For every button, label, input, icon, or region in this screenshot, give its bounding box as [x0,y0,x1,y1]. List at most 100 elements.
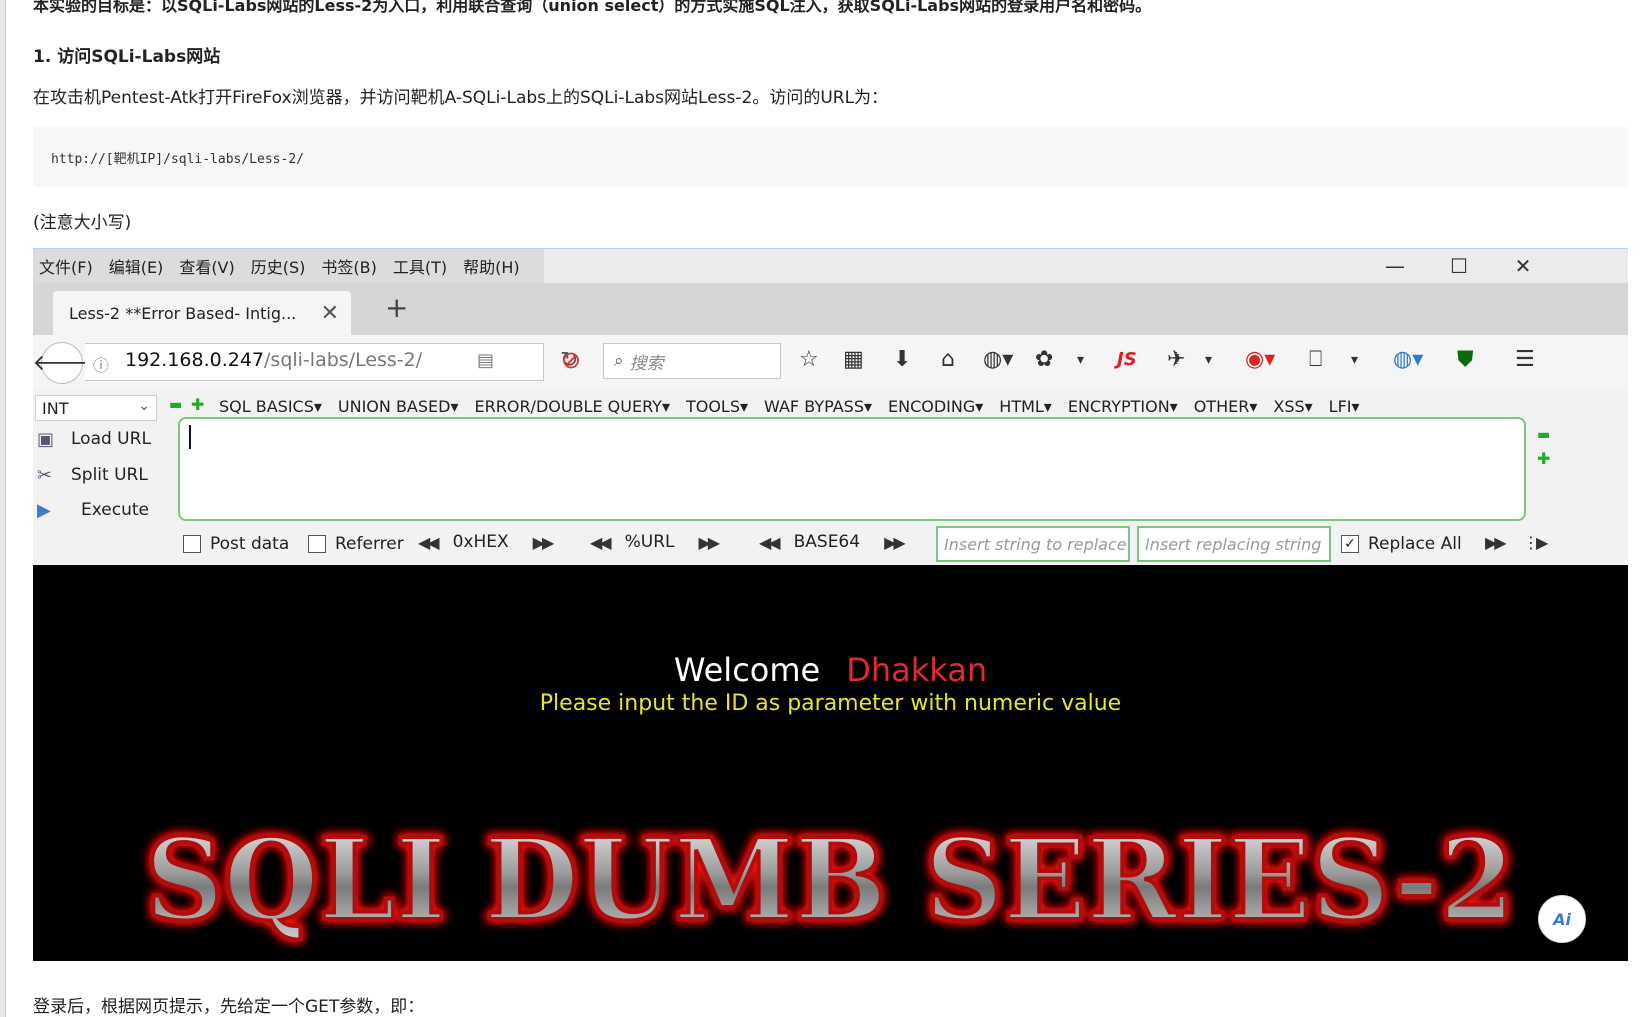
menu-history[interactable]: 历史(S) [251,254,306,278]
load-url-button[interactable]: ▣ Load URL [37,425,151,453]
url-bar[interactable]: ⓘ 192.168.0.247/sqli-labs/Less-2/ ▤ ↻ [85,343,578,381]
ai-assistant-button[interactable]: Ai [1538,895,1586,943]
js-addon-icon[interactable]: JS [1117,349,1137,370]
decode-arrow-icon[interactable]: ◀◀ [759,533,781,552]
hamburger-menu-icon[interactable]: ☰ [1515,347,1535,372]
menu-help[interactable]: 帮助(H) [463,254,520,278]
welcome-line: Welcome Dhakkan [33,651,1628,689]
replace-string-input[interactable]: Insert string to replace [936,526,1130,562]
type-select-value: INT [42,398,69,418]
globe-icon[interactable]: ◍▾ [1393,347,1423,372]
split-url-button[interactable]: ✂ Split URL [37,461,148,489]
checkbox-box[interactable] [308,535,326,553]
plus-icon[interactable]: ✚ [1537,449,1550,468]
hb-menu-waf-bypass[interactable]: WAF BYPASS▾ [764,397,872,416]
close-tab-icon[interactable]: ✕ [321,301,339,326]
tab-strip: Less-2 **Error Based- Intig... ✕ [33,283,1628,335]
reading-list-icon[interactable]: ▦ [843,347,864,372]
hackbar-url-textarea[interactable] [178,417,1526,521]
encode-arrow-icon[interactable]: ▶▶ [533,533,555,552]
decode-arrow-icon[interactable]: ◀◀ [418,533,440,552]
hb-menu-lfi[interactable]: LFI▾ [1329,397,1360,416]
hb-menu-xss[interactable]: XSS▾ [1273,397,1312,416]
hex-label: 0xHEX [452,532,509,552]
banner-text: SQLI DUMB SERIES-2 [145,815,1515,946]
palette-icon[interactable]: ✿ [1035,347,1053,372]
code-url: http://[靶机IP]/sqli-labs/Less-2/ [51,152,304,167]
menu-edit[interactable]: 编辑(E) [109,254,164,278]
menu-tools[interactable]: 工具(T) [393,254,447,278]
chevron-down-icon[interactable]: ▾ [1351,352,1358,368]
more-arrow-icon[interactable]: ⋮▶ [1523,533,1548,552]
type-select[interactable]: INT ⌄ [35,395,157,421]
close-window-icon[interactable]: ✕ [1504,252,1542,280]
menu-view[interactable]: 查看(V) [179,254,234,278]
left-panel-edge [0,0,6,1017]
split-url-label: Split URL [71,465,148,485]
post-data-label: Post data [210,534,290,554]
chevron-down-icon[interactable]: ▾ [1077,352,1084,368]
execute-button[interactable]: ▶ Execute [37,496,149,524]
post-data-checkbox[interactable]: Post data [183,532,289,556]
block-icon[interactable]: ⊘ [561,346,581,374]
ghost-addon-icon[interactable]: ✈ [1167,347,1185,372]
hex-encoder: ◀◀ 0xHEX ▶▶ [418,532,555,552]
base64-encoder: ◀◀ BASE64 ▶▶ [759,532,906,552]
minus-icon[interactable]: ▬ [169,397,182,413]
referrer-checkbox[interactable]: Referrer [308,532,404,556]
maximize-icon[interactable]: ☐ [1440,252,1478,280]
hb-menu-sql-basics[interactable]: SQL BASICS▾ [219,397,322,416]
shield-icon[interactable]: ⛊ [1457,347,1474,372]
checkbox-box-checked[interactable]: ✓ [1341,535,1359,553]
encode-arrow-icon[interactable]: ▶▶ [884,533,906,552]
minus-icon[interactable]: ▬ [1537,427,1550,443]
hb-menu-tools[interactable]: TOOLS▾ [686,397,748,416]
hackbar-menu: SQL BASICS▾ UNION BASED▾ ERROR/DOUBLE QU… [219,397,1376,416]
decode-arrow-icon[interactable]: ◀◀ [590,533,612,552]
hb-menu-encoding[interactable]: ENCODING▾ [888,397,983,416]
replace-all-checkbox[interactable]: ✓ Replace All [1341,532,1462,556]
hb-menu-other[interactable]: OTHER▾ [1194,397,1258,416]
menu-file[interactable]: 文件(F) [39,254,93,278]
page-content: Welcome Dhakkan Please input the ID as pa… [33,565,1628,961]
search-placeholder: 搜索 [629,353,664,374]
chevron-down-icon[interactable]: ▾ [1205,352,1212,368]
menu-bookmarks[interactable]: 书签(B) [321,254,376,278]
page-action-icon[interactable]: ▤ [477,350,494,371]
download-icon[interactable]: ⬇ [893,347,911,372]
firefox-window: 文件(F) 编辑(E) 查看(V) 历史(S) 书签(B) 工具(T) 帮助(H… [33,248,1628,961]
welcome-name: Dhakkan [846,651,988,689]
objective-text: 本实验的目标是：以SQLi-Labs网站的Less-2为入口，利用联合查询（un… [33,0,1152,15]
tab-title: Less-2 **Error Based- Intig... [69,303,297,323]
new-tab-icon[interactable]: + [385,291,408,324]
url-host: 192.168.0.247 [125,349,265,371]
load-url-icon: ▣ [37,428,55,450]
encode-arrow-icon[interactable]: ▶▶ [699,533,721,552]
search-input[interactable]: ⌕ 搜索 [603,343,781,379]
welcome-text: Welcome [673,651,821,689]
back-arrow-icon[interactable]: 🡐 [33,342,92,384]
hb-menu-union-based[interactable]: UNION BASED▾ [338,397,459,416]
play-icon: ▶ [37,499,51,521]
replace-go-icon[interactable]: ▶▶ [1485,533,1507,552]
replacing-string-input[interactable]: Insert replacing string [1137,526,1331,562]
info-icon[interactable]: ⓘ [93,352,109,376]
device-addon-icon[interactable]: ⎕ [1309,347,1322,372]
globe-addon-icon[interactable]: ◍▾ [983,347,1013,372]
navigation-toolbar: 🡐 ⓘ 192.168.0.247/sqli-labs/Less-2/ ▤ ↻ … [33,335,1628,389]
hb-menu-error-double-query[interactable]: ERROR/DOUBLE QUERY▾ [475,397,670,416]
home-icon[interactable]: ⌂ [941,347,955,372]
target-addon-icon[interactable]: ◉▾ [1245,347,1275,372]
hb-menu-encryption[interactable]: ENCRYPTION▾ [1068,397,1178,416]
hb-menu-html[interactable]: HTML▾ [999,397,1052,416]
bookmark-star-icon[interactable]: ☆ [799,347,819,372]
tab-less-2[interactable]: Less-2 **Error Based- Intig... ✕ [53,291,351,335]
chevron-down-icon: ⌄ [138,398,150,414]
checkbox-box[interactable] [183,535,201,553]
replace-all-label: Replace All [1368,534,1462,554]
execute-label: Execute [81,500,149,520]
plus-icon[interactable]: ✚ [191,395,204,414]
base64-label: BASE64 [793,532,861,552]
minimize-icon[interactable]: — [1376,252,1414,280]
url-enc-label: %URL [624,532,675,552]
